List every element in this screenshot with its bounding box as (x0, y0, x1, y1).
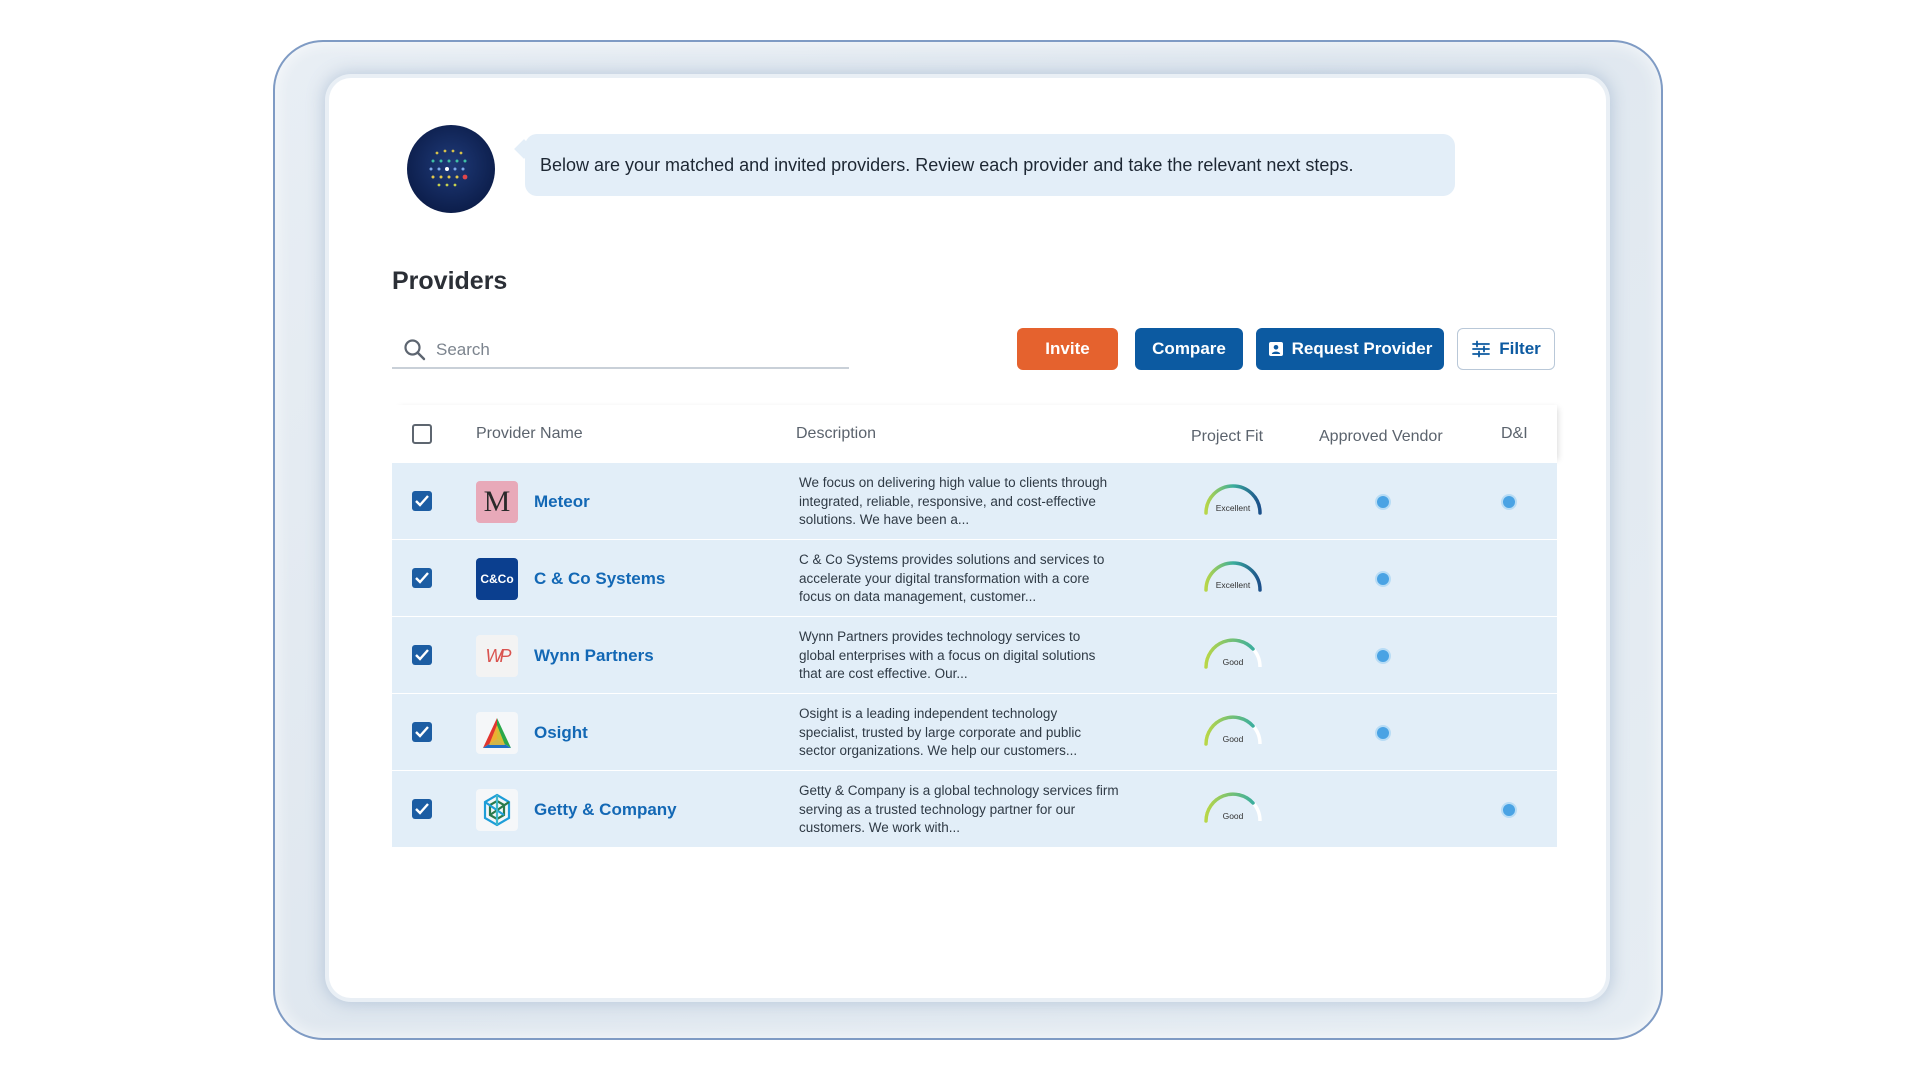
header-provider-name: Provider Name (476, 425, 583, 442)
header-project-fit: Project Fit (1191, 428, 1264, 445)
row-checkbox[interactable] (412, 799, 432, 819)
row-checkbox[interactable] (412, 568, 432, 588)
project-fit-gauge: Excellent (1204, 561, 1262, 592)
page-title: Providers (392, 267, 508, 295)
header-approved-vendor: Approved Vendor (1319, 428, 1443, 445)
getty-logo (476, 789, 518, 831)
compare-button[interactable]: Compare (1135, 328, 1243, 370)
project-fit-gauge: Good (1204, 792, 1262, 823)
search-icon (404, 339, 426, 361)
request-provider-label: Request Provider (1291, 339, 1433, 358)
provider-name-link[interactable]: Osight (534, 723, 588, 743)
select-all-checkbox[interactable] (412, 424, 432, 444)
osight-triangle-icon (483, 718, 511, 748)
checkmark-icon (415, 726, 429, 738)
fit-label: Excellent (1216, 503, 1251, 513)
provider-name-link[interactable]: Getty & Company (534, 800, 677, 820)
invite-button-label: Invite (1045, 339, 1090, 358)
assistant-avatar (407, 125, 495, 213)
approved-vendor-dot (1375, 648, 1391, 664)
user-badge-icon (1268, 342, 1283, 356)
table-row[interactable]: Getty & Company Getty & Company is a glo… (392, 771, 1557, 848)
provider-name-link[interactable]: Meteor (534, 492, 590, 512)
provider-description: Osight is a leading independent technolo… (799, 706, 1082, 758)
osight-logo (476, 712, 518, 754)
checkmark-icon (415, 649, 429, 661)
dni-dot (1501, 802, 1517, 818)
compare-button-label: Compare (1152, 339, 1226, 358)
wynn-partners-logo: WP (476, 635, 518, 677)
assistant-dots-icon (429, 149, 468, 187)
provider-name-link[interactable]: Wynn Partners (534, 646, 654, 666)
assistant-message: Below are your matched and invited provi… (525, 134, 1455, 196)
checkmark-icon (415, 572, 429, 584)
provider-description: Wynn Partners provides technology servic… (799, 629, 1096, 681)
fit-label: Good (1223, 734, 1244, 744)
row-checkbox[interactable] (412, 722, 432, 742)
meteor-logo: M (476, 481, 518, 523)
project-fit-gauge: Good (1204, 715, 1262, 746)
provider-name-link[interactable]: C & Co Systems (534, 569, 665, 589)
filter-button-label: Filter (1499, 339, 1541, 358)
filter-button[interactable]: Filter (1457, 328, 1555, 370)
sliders-icon (1472, 340, 1491, 358)
header-description: Description (796, 425, 877, 442)
table-row[interactable]: Osight Osight is a leading independent t… (392, 694, 1557, 771)
provider-description: C & Co Systems provides solutions and se… (799, 552, 1105, 604)
table-row[interactable]: C&Co C & Co Systems C & Co Systems provi… (392, 540, 1557, 617)
approved-vendor-dot (1375, 494, 1391, 510)
providers-table: Provider Name Description Project Fit Ap… (392, 405, 1557, 848)
c-and-co-logo: C&Co (476, 558, 518, 600)
search-bar[interactable] (392, 333, 849, 369)
approved-vendor-dot (1375, 725, 1391, 741)
project-fit-gauge: Good (1204, 638, 1262, 669)
fit-label: Excellent (1216, 580, 1251, 590)
row-checkbox[interactable] (412, 645, 432, 665)
checkmark-icon (415, 495, 429, 507)
checkmark-icon (415, 803, 429, 815)
table-row[interactable]: WP Wynn Partners Wynn Partners provides … (392, 617, 1557, 694)
provider-description: We focus on delivering high value to cli… (799, 475, 1108, 527)
row-checkbox[interactable] (412, 491, 432, 511)
table-row[interactable]: M Meteor We focus on delivering high val… (392, 463, 1557, 540)
approved-vendor-dot (1375, 571, 1391, 587)
table-header: Provider Name Description Project Fit Ap… (392, 405, 1557, 463)
invite-button[interactable]: Invite (1017, 328, 1118, 370)
provider-description: Getty & Company is a global technology s… (799, 783, 1119, 835)
header-dni: D&I (1501, 425, 1528, 442)
dni-dot (1501, 494, 1517, 510)
fit-label: Good (1223, 657, 1244, 667)
fit-label: Good (1223, 811, 1244, 821)
project-fit-gauge: Excellent (1204, 484, 1262, 515)
request-provider-button[interactable]: Request Provider (1256, 328, 1444, 370)
getty-knot-icon (483, 793, 511, 827)
search-input[interactable] (436, 340, 816, 360)
